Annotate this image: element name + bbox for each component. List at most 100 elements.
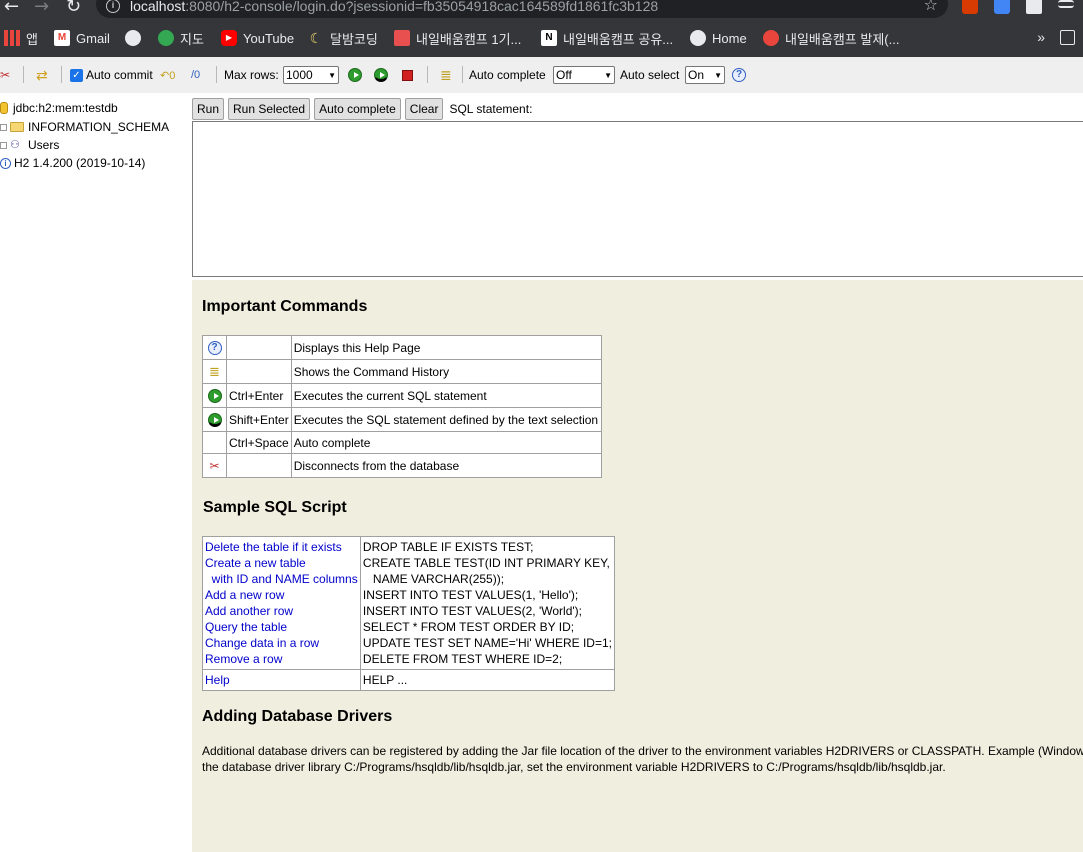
site-info-icon[interactable]: i	[106, 0, 120, 13]
chevron-down-icon: ▼	[328, 70, 336, 80]
auto-complete-select[interactable]: Off ▼	[553, 57, 615, 93]
help-sql: HELP ...	[359, 669, 616, 691]
stop-icon[interactable]	[402, 57, 413, 93]
bookmark-camp-share[interactable]: N 내일배움캠프 공유...	[541, 27, 673, 49]
bookmark-label: 앱	[26, 31, 38, 47]
folder-icon	[10, 122, 24, 132]
auto-commit-checkbox[interactable]: ✓	[70, 68, 83, 82]
bookmark-apps[interactable]: 앱	[4, 27, 38, 49]
run-selected-button[interactable]: Run Selected	[228, 98, 311, 120]
bookmark-label: 지도	[180, 31, 204, 47]
tree-connection[interactable]: jdbc:h2:mem:testdb	[0, 99, 118, 117]
maps-pin-icon	[158, 30, 174, 46]
sql-line: SELECT * FROM TEST ORDER BY ID;	[362, 620, 575, 634]
help-icon[interactable]: ?	[732, 57, 746, 93]
drivers-line: Additional database drivers can be regis…	[202, 744, 1083, 758]
sample-link[interactable]: Add a new row	[205, 587, 358, 603]
chevron-down-icon: ▼	[714, 70, 722, 80]
media-control-icon[interactable]	[1058, 0, 1074, 8]
table-row: Ctrl+Enter Executes the current SQL stat…	[202, 383, 603, 408]
sample-link[interactable]: Query the table	[205, 619, 358, 635]
bookmark-home[interactable]: Home	[690, 27, 747, 49]
drivers-title: Adding Database Drivers	[202, 708, 393, 725]
auto-complete-button[interactable]: Auto complete	[314, 98, 401, 120]
sample-link[interactable]: Delete the table if it exists	[205, 539, 358, 555]
bookmark-gmail[interactable]: M Gmail	[54, 27, 110, 49]
sample-link[interactable]: Create a new table	[205, 555, 358, 571]
expand-icon[interactable]	[0, 123, 7, 131]
bookmark-youtube[interactable]: ▶ YouTube	[221, 27, 294, 49]
translate-extension-icon[interactable]	[994, 0, 1010, 14]
notion-icon: N	[541, 30, 557, 46]
bookmark-site-icon	[394, 30, 410, 46]
bookmark-camp-assign[interactable]: 내일배움캠프 발제(...	[763, 27, 899, 49]
bookmark-camp1[interactable]: 내일배움캠프 1기...	[394, 27, 521, 49]
users-label: Users	[28, 138, 60, 152]
bookmark-maps[interactable]: 지도	[158, 27, 204, 49]
drivers-description: Additional database drivers can be regis…	[202, 743, 1083, 775]
help-icon: ?	[202, 335, 227, 360]
commit-icon[interactable]: /0	[191, 57, 200, 93]
disconnect-icon[interactable]: ✂	[0, 57, 10, 93]
sql-line: DROP TABLE IF EXISTS TEST;	[362, 540, 534, 554]
schema-tree: jdbc:h2:mem:testdb INFORMATION_SCHEMA ⚇ …	[0, 93, 192, 852]
bookmarks-bar: 앱 M Gmail 지도 ▶ YouTube ☾ 달밤코딩 내일배움캠프 1기.…	[0, 27, 1083, 51]
sample-link[interactable]: Change data in a row	[205, 635, 358, 651]
help-link[interactable]: Help	[205, 673, 230, 687]
command-key	[226, 359, 292, 384]
drivers-line: the database driver library C:/Programs/…	[202, 760, 946, 774]
clear-button[interactable]: Clear	[404, 98, 444, 120]
extension-icon[interactable]	[962, 0, 978, 14]
url-text: localhost:8080/h2-console/login.do?jsess…	[130, 0, 659, 14]
table-row: ✂ Disconnects from the database	[202, 453, 603, 478]
address-bar[interactable]: i localhost:8080/h2-console/login.do?jse…	[96, 0, 948, 18]
sql-line: UPDATE TEST SET NAME='Hi' WHERE ID=1;	[362, 636, 612, 650]
history-icon[interactable]: ≣	[440, 57, 452, 93]
run-selected-icon[interactable]	[374, 57, 388, 93]
puzzle-extensions-icon[interactable]	[1026, 0, 1042, 14]
sample-link[interactable]: with ID and NAME columns	[205, 571, 358, 587]
history-icon: ≣	[202, 359, 227, 384]
sql-line: INSERT INTO TEST VALUES(1, 'Hello');	[362, 588, 579, 602]
bookmark-label: 내일배움캠프 공유...	[563, 31, 674, 47]
disconnect-icon: ✂	[202, 453, 227, 478]
users-icon: ⚇	[10, 139, 20, 151]
sample-link[interactable]: Add another row	[205, 603, 358, 619]
auto-select-select[interactable]: On ▼	[685, 57, 725, 93]
bookmark-label: 내일배움캠프 발제(...	[785, 31, 900, 47]
table-row: Help HELP ...	[202, 669, 616, 691]
bookmarks-more-icon[interactable]: »	[1037, 29, 1045, 45]
tree-information-schema[interactable]: INFORMATION_SCHEMA	[0, 118, 169, 136]
command-key	[226, 335, 292, 360]
max-rows-value: 1000	[286, 68, 313, 82]
command-desc: Displays this Help Page	[290, 335, 603, 360]
reading-list-icon[interactable]	[1060, 30, 1075, 45]
sample-links-cell: Delete the table if it exists Create a n…	[202, 536, 361, 670]
sql-line: INSERT INTO TEST VALUES(2, 'World');	[362, 604, 582, 618]
forward-arrow-icon[interactable]: →	[34, 0, 49, 17]
reload-icon[interactable]: ↻	[66, 0, 81, 17]
info-icon: i	[0, 157, 11, 169]
command-desc: Executes the current SQL statement	[290, 383, 603, 408]
back-arrow-icon[interactable]: ←	[4, 0, 19, 17]
expand-icon[interactable]	[0, 141, 7, 149]
sample-sql-title: Sample SQL Script	[203, 499, 347, 516]
database-icon	[0, 102, 8, 114]
table-row: Shift+Enter Executes the SQL statement d…	[202, 407, 603, 432]
sql-editor[interactable]	[192, 121, 1083, 277]
toolbar-divider	[462, 66, 463, 83]
refresh-icon[interactable]: ⇄	[36, 57, 48, 93]
auto-commit-toggle[interactable]: ✓ Auto commit	[70, 57, 153, 93]
run-button[interactable]: Run	[192, 98, 225, 120]
command-desc: Executes the SQL statement defined by th…	[290, 407, 603, 432]
bookmark-label: Home	[712, 30, 747, 46]
toolbar-divider	[216, 66, 217, 83]
bookmark-star-icon[interactable]: ☆	[924, 0, 938, 15]
sample-link[interactable]: Remove a row	[205, 651, 358, 667]
run-icon[interactable]	[348, 57, 362, 93]
bookmark-dalbam[interactable]: ☾ 달밤코딩	[308, 27, 378, 49]
rollback-icon[interactable]: ↶0	[160, 57, 175, 93]
tree-users[interactable]: ⚇ Users	[0, 136, 59, 154]
max-rows-select[interactable]: 1000 ▼	[283, 57, 339, 93]
bookmark-globe[interactable]	[125, 27, 141, 49]
